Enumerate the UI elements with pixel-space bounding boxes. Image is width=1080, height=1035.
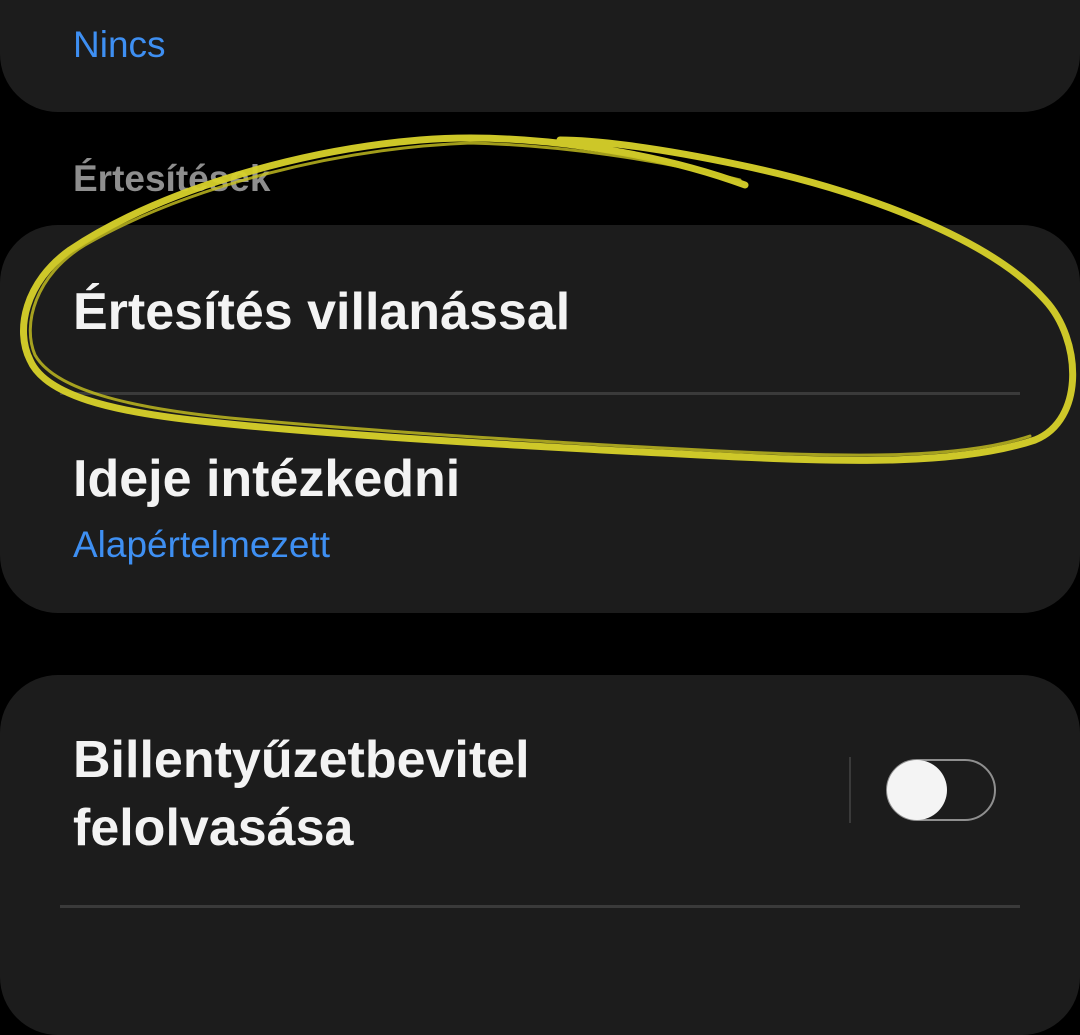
time-to-take-action-title: Ideje intézkedni [73,450,461,508]
time-to-take-action-value: Alapértelmezett [73,524,331,565]
flash-notification-item[interactable]: Értesítés villanással [0,225,1080,393]
top-setting-value: Nincs [73,24,166,65]
flash-notification-title: Értesítés villanással [73,283,571,341]
keyboard-input-readout-title-line2: felolvasása [73,799,354,857]
section-header-notifications: Értesítések [73,158,271,199]
divider [60,905,1020,908]
keyboard-input-readout-title-line1: Billentyűzetbevitel [73,731,530,789]
toggle-separator [849,757,851,823]
time-to-take-action-item[interactable]: Ideje intézkedni Alapértelmezett [0,395,1080,613]
toggle-knob [887,760,947,820]
keyboard-input-readout-toggle[interactable] [886,759,996,821]
top-setting-item[interactable]: Nincs [0,0,1080,110]
